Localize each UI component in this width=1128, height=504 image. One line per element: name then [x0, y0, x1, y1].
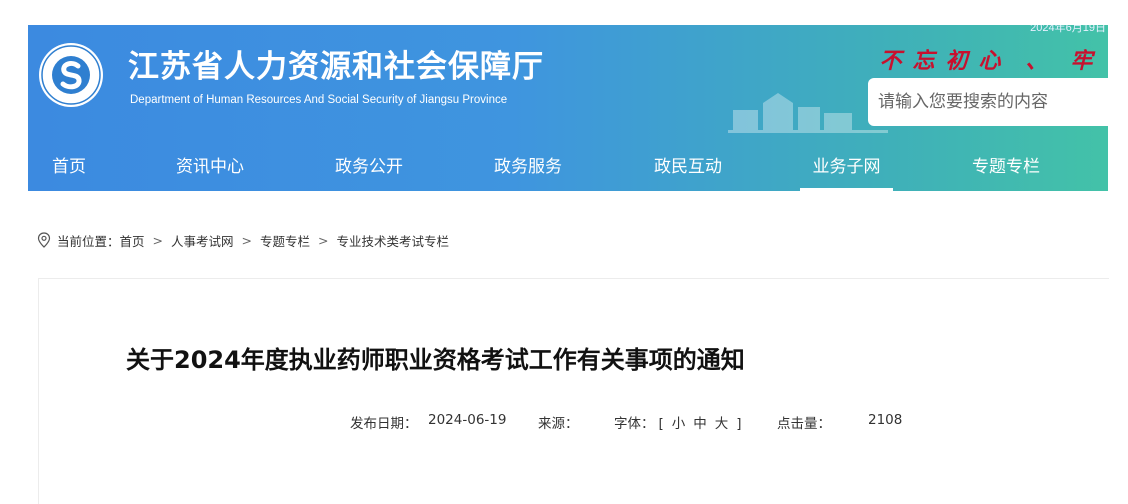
breadcrumb-link-exam-net[interactable]: 人事考试网 [171, 231, 234, 250]
breadcrumb: 当前位置： 首页 > 人事考试网 > 专题专栏 > 专业技术类考试专栏 [37, 230, 449, 250]
breadcrumb-prefix: 当前位置： [57, 233, 120, 249]
source-label: 来源： [538, 416, 579, 432]
slogan-char: 忘 [912, 48, 935, 74]
search-input[interactable] [868, 78, 1108, 126]
nav-item-gov-service[interactable]: 政务服务 [492, 143, 564, 191]
nav-item-news[interactable]: 资讯中心 [174, 143, 246, 191]
font-bracket-open: [ [658, 416, 664, 432]
slogan-char: 牢 [1070, 48, 1093, 74]
font-size-label: 字体： [614, 416, 655, 432]
breadcrumb-link-topics[interactable]: 专题专栏 [260, 231, 310, 250]
views-label: 点击量： [777, 416, 831, 432]
nav-item-business-subnet[interactable]: 业务子网 [800, 143, 893, 191]
nav-item-home[interactable]: 首页 [50, 143, 88, 191]
breadcrumb-separator: > [241, 232, 253, 248]
breadcrumb-link-tech-exam[interactable]: 专业技术类考试专栏 [337, 231, 450, 250]
font-size-small-button[interactable]: 小 [672, 416, 686, 432]
article-card [38, 278, 1109, 504]
breadcrumb-link-home[interactable]: 首页 [120, 231, 145, 250]
site-title: 江苏省人力资源和社会保障厅 [128, 49, 544, 85]
font-size-medium-button[interactable]: 中 [693, 416, 707, 432]
site-header: 2024年6月19日 江苏省人力资源和社会保障厅 Department of H… [28, 25, 1108, 191]
site-subtitle: Department of Human Resources And Social… [130, 94, 508, 106]
date-text: 2024年6月19日 [1030, 25, 1106, 34]
slogan-char: 、 [1025, 48, 1048, 74]
location-pin-icon [37, 232, 51, 248]
font-bracket-close: ] [736, 416, 742, 432]
nav-item-gov-open[interactable]: 政务公开 [333, 143, 405, 191]
publish-date-label: 发布日期： [350, 416, 418, 432]
slogan: 不忘初心、牢 [874, 43, 1098, 75]
nav-item-topics[interactable]: 专题专栏 [970, 143, 1042, 191]
department-logo [39, 43, 103, 107]
slogan-char: 初 [945, 48, 968, 74]
scenery-decoration [728, 93, 888, 133]
nav-item-interaction[interactable]: 政民互动 [652, 143, 724, 191]
breadcrumb-separator: > [318, 232, 329, 248]
views-count: 2108 [868, 412, 903, 428]
font-size-large-button[interactable]: 大 [715, 416, 729, 432]
slogan-char: 心 [978, 48, 1001, 74]
breadcrumb-separator: > [152, 232, 164, 248]
slogan-char: 不 [879, 48, 902, 74]
article-title: 关于2024年度执业药师职业资格考试工作有关事项的通知 [126, 346, 745, 374]
publish-date-value: 2024-06-19 [428, 412, 507, 428]
main-nav: 首页 资讯中心 政务公开 政务服务 政民互动 业务子网 专题专栏 [28, 143, 1108, 191]
font-size-control: 字体：[ 小中大] [614, 412, 746, 432]
